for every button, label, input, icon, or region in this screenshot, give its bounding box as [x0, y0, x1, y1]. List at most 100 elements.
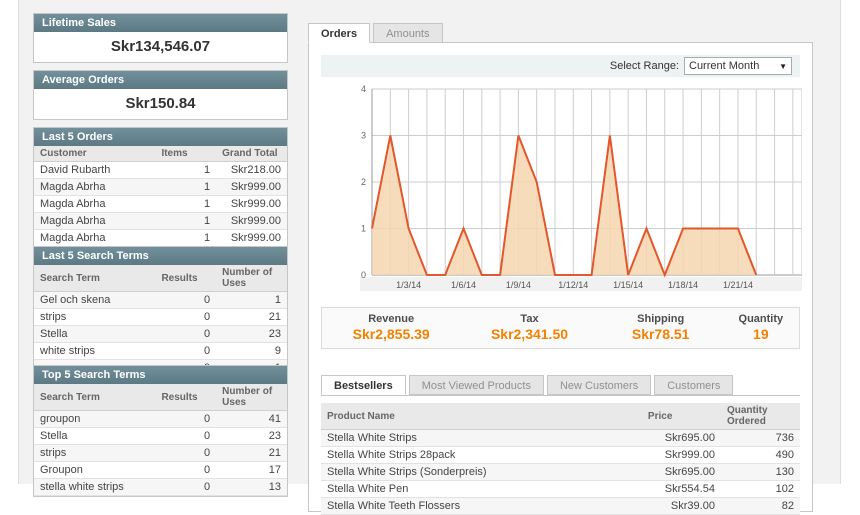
- stat-label: Revenue: [322, 313, 460, 325]
- chevron-down-icon: ▼: [779, 62, 787, 71]
- cell: 82: [721, 498, 800, 515]
- average-orders-value: Skr150.84: [34, 89, 287, 119]
- cell: white strips: [34, 343, 155, 360]
- cell: stella white strips: [34, 479, 155, 496]
- cell: Skr999.00: [216, 179, 287, 196]
- table-row: white strips09: [34, 343, 287, 360]
- cell: 0: [155, 326, 216, 343]
- cell: 1: [155, 179, 216, 196]
- cell: 490: [721, 447, 800, 464]
- bestsellers-tabbar: BestsellersMost Viewed ProductsNew Custo…: [321, 375, 800, 396]
- cell: 1: [155, 162, 216, 179]
- cell: Magda Abrha: [34, 213, 155, 230]
- cell: Magda Abrha: [34, 230, 155, 247]
- column-header: Product Name: [321, 403, 642, 430]
- stat-value: Skr2,855.39: [322, 326, 460, 342]
- tab-customers[interactable]: Customers: [654, 375, 733, 395]
- dashboard-chart-box: Select Range: Current Month ▼ 012341/3/1…: [308, 42, 813, 512]
- table-row: Magda Abrha1Skr999.00: [34, 230, 287, 247]
- cell: Skr999.00: [216, 213, 287, 230]
- table-row: stella white strips013: [34, 479, 287, 496]
- cell: Skr999.00: [216, 196, 287, 213]
- column-header-row: Product NamePriceQuantity Ordered: [321, 403, 800, 430]
- cell: Magda Abrha: [34, 179, 155, 196]
- orders-amounts-tabbar: OrdersAmounts: [308, 23, 813, 43]
- svg-text:1/18/14: 1/18/14: [668, 280, 698, 290]
- cell: 102: [721, 481, 800, 498]
- stat-label: Shipping: [599, 313, 723, 325]
- cell: 0: [155, 292, 216, 309]
- svg-text:1/3/14: 1/3/14: [396, 280, 421, 290]
- column-header-row: CustomerItemsGrand Total: [34, 146, 287, 162]
- tab-new-customers[interactable]: New Customers: [547, 375, 651, 395]
- stat-label: Quantity: [723, 313, 799, 325]
- svg-text:4: 4: [361, 85, 366, 94]
- table-row: Stella023: [34, 428, 287, 445]
- cell: 0: [155, 309, 216, 326]
- column-header-row: Search TermResultsNumber of Uses: [34, 265, 287, 292]
- table-row: David Rubarth1Skr218.00: [34, 162, 287, 179]
- column-header: Results: [155, 265, 216, 292]
- panel-top-5-search-terms: Top 5 Search Terms Search TermResultsNum…: [33, 365, 288, 497]
- table-row: Stella White Strips (Sonderpreis)Skr695.…: [321, 464, 800, 481]
- cell: Skr218.00: [216, 162, 287, 179]
- range-select[interactable]: Current Month ▼: [684, 57, 792, 75]
- stat-value: Skr78.51: [599, 326, 723, 342]
- stat-shipping: ShippingSkr78.51: [599, 313, 723, 342]
- table-row: Groupon017: [34, 462, 287, 479]
- panel-last-5-search-terms: Last 5 Search Terms Search TermResultsNu…: [33, 246, 288, 378]
- column-header-row: Search TermResultsNumber of Uses: [34, 384, 287, 411]
- cell: 21: [216, 309, 287, 326]
- cell: 0: [155, 428, 216, 445]
- cell: 1: [155, 213, 216, 230]
- svg-text:2: 2: [361, 177, 366, 187]
- cell: Stella White Strips: [321, 430, 642, 447]
- stat-value: 19: [723, 326, 799, 342]
- tab-most-viewed-products[interactable]: Most Viewed Products: [409, 375, 544, 395]
- stat-quantity: Quantity19: [723, 313, 799, 342]
- table-row: Stella023: [34, 326, 287, 343]
- panel-title: Lifetime Sales: [34, 14, 287, 32]
- svg-text:1/15/14: 1/15/14: [613, 280, 643, 290]
- cell: 0: [155, 343, 216, 360]
- table-row: Magda Abrha1Skr999.00: [34, 179, 287, 196]
- chart-wrap: 012341/3/141/6/141/9/141/12/141/15/141/1…: [321, 85, 800, 296]
- cell: Skr999.00: [642, 447, 721, 464]
- cell: Stella White Teeth Flossers: [321, 498, 642, 515]
- cell: groupon: [34, 411, 155, 428]
- table-row: groupon041: [34, 411, 287, 428]
- svg-text:1/6/14: 1/6/14: [451, 280, 476, 290]
- table-row: Gel och skena01: [34, 292, 287, 309]
- tab-orders[interactable]: Orders: [308, 23, 370, 43]
- stat-value: Skr2,341.50: [460, 326, 598, 342]
- tab-amounts[interactable]: Amounts: [373, 23, 442, 43]
- cell: Stella White Strips 28pack: [321, 447, 642, 464]
- table-row: Magda Abrha1Skr999.00: [34, 213, 287, 230]
- panel-title: Top 5 Search Terms: [34, 366, 287, 384]
- panel-average-orders: Average Orders Skr150.84: [33, 70, 288, 120]
- cell: strips: [34, 445, 155, 462]
- table-row: Stella White Teeth FlossersSkr39.0082: [321, 498, 800, 515]
- stat-revenue: RevenueSkr2,855.39: [322, 313, 460, 342]
- cell: David Rubarth: [34, 162, 155, 179]
- orders-chart: 012341/3/141/6/141/9/141/12/141/15/141/1…: [321, 85, 802, 291]
- cell: 736: [721, 430, 800, 447]
- column-header: Grand Total: [216, 146, 287, 162]
- cell: Skr999.00: [216, 230, 287, 247]
- cell: 1: [216, 292, 287, 309]
- cell: 0: [155, 462, 216, 479]
- select-range-strip: Select Range: Current Month ▼: [321, 55, 800, 77]
- cell: 21: [216, 445, 287, 462]
- cell: Stella: [34, 428, 155, 445]
- stat-tax: TaxSkr2,341.50: [460, 313, 598, 342]
- cell: 41: [216, 411, 287, 428]
- cell: 23: [216, 428, 287, 445]
- table-row: Stella White PenSkr554.54102: [321, 481, 800, 498]
- cell: Gel och skena: [34, 292, 155, 309]
- panel-lifetime-sales: Lifetime Sales Skr134,546.07: [33, 13, 288, 63]
- cell: Skr695.00: [642, 430, 721, 447]
- tab-bestsellers[interactable]: Bestsellers: [321, 375, 406, 395]
- column-header: Number of Uses: [216, 384, 287, 411]
- cell: 0: [155, 445, 216, 462]
- lifetime-sales-value: Skr134,546.07: [34, 32, 287, 62]
